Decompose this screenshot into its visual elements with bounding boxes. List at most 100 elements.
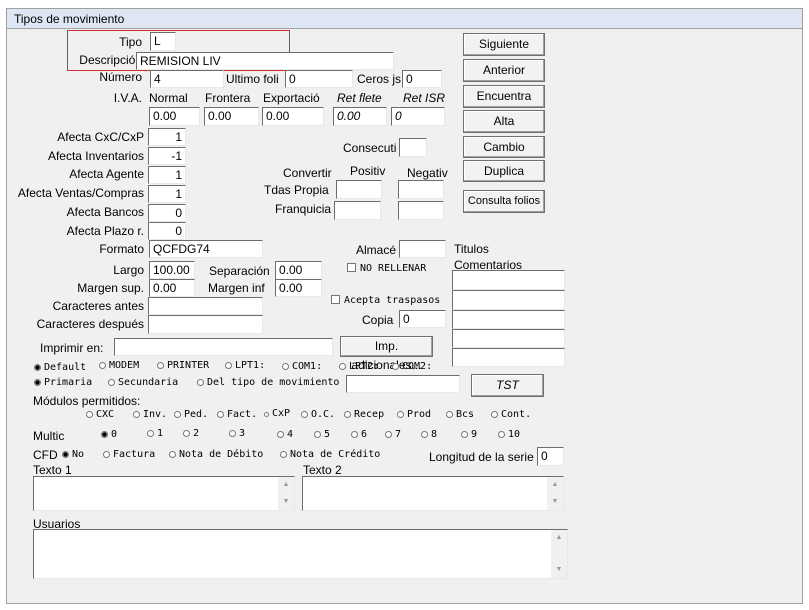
multic-7[interactable]: 7 <box>385 429 401 441</box>
afecta-ventas-field[interactable]: 1 <box>148 185 186 203</box>
afecta-inventarios-field[interactable]: -1 <box>148 147 186 165</box>
formato-field[interactable]: QCFDG74 <box>149 240 263 258</box>
afecta-agente-field[interactable]: 1 <box>148 166 186 184</box>
cfd-no[interactable]: No <box>62 449 84 461</box>
no-rellenar-checkbox[interactable]: NO RELLENAR <box>347 263 426 275</box>
iva-frontera-field[interactable]: 0.00 <box>204 107 259 126</box>
consecutivo-field[interactable] <box>399 138 427 157</box>
consulta-folios-button[interactable]: Consulta folios <box>463 190 545 213</box>
descripcion-field[interactable]: REMISION LIV <box>136 52 394 70</box>
texto1-scrollbar[interactable]: ▲ ▼ <box>278 477 294 510</box>
iva-normal-field[interactable]: 0.00 <box>149 107 200 126</box>
anterior-button[interactable]: Anterior <box>463 59 545 82</box>
tipo-field[interactable]: L <box>150 32 176 51</box>
texto2-textarea[interactable]: ▲ ▼ <box>302 476 564 511</box>
multic-5[interactable]: 5 <box>314 429 330 441</box>
modulo-prod[interactable]: Prod <box>397 409 431 421</box>
duplica-button[interactable]: Duplica <box>463 160 545 182</box>
caracteres-antes-field[interactable] <box>148 297 263 315</box>
radio-del-tipo[interactable]: Del tipo de movimiento <box>197 377 339 389</box>
usuarios-textarea[interactable]: ▲ ▼ <box>33 529 568 579</box>
modulo-recep[interactable]: Recep <box>344 409 384 421</box>
scroll-up-icon[interactable]: ▲ <box>551 530 567 546</box>
radio-icon <box>147 430 154 437</box>
tdas-propia-negativo-field[interactable] <box>398 180 444 199</box>
afecta-bancos-field[interactable]: 0 <box>148 204 186 222</box>
franquicia-negativo-field[interactable] <box>398 201 444 220</box>
radio-modem[interactable]: MODEM <box>99 360 139 372</box>
modulo-prod-label: Prod <box>407 409 432 420</box>
encuentra-button[interactable]: Encuentra <box>463 85 545 108</box>
modulo-cont[interactable]: Cont. <box>491 409 531 421</box>
modulo-cxp[interactable]: CxP <box>264 408 290 420</box>
modulo-fact-label: Fact. <box>227 409 258 420</box>
comentarios-line-2[interactable] <box>452 290 565 310</box>
radio-printer[interactable]: PRINTER <box>157 360 209 372</box>
iva-ret-flete-field[interactable]: 0.00 <box>333 107 387 126</box>
longitud-serie-field[interactable]: 0 <box>537 447 564 466</box>
iva-ret-isr-field[interactable]: 0 <box>391 107 445 126</box>
modulo-cont-label: Cont. <box>501 409 532 420</box>
scroll-down-icon[interactable]: ▼ <box>547 494 563 510</box>
afecta-plazo-field[interactable]: 0 <box>148 222 186 240</box>
multic-2[interactable]: 2 <box>183 428 199 440</box>
imp-adicionales-button[interactable]: Imp. adicionales... <box>340 336 433 372</box>
ceros-field[interactable]: 0 <box>402 70 442 88</box>
tdas-propia-positivo-field[interactable] <box>336 180 382 199</box>
radio-com1[interactable]: COM1: <box>282 361 322 373</box>
multic-3[interactable]: 3 <box>229 428 245 440</box>
cambio-button[interactable]: Cambio <box>463 136 545 158</box>
numero-field[interactable]: 4 <box>150 70 224 88</box>
radio-default[interactable]: Default <box>34 362 86 374</box>
separacion-field[interactable]: 0.00 <box>275 261 322 280</box>
comentarios-line-1[interactable] <box>452 270 565 290</box>
multic-0[interactable]: 0 <box>101 429 117 441</box>
modulo-fact[interactable]: Fact. <box>217 409 257 421</box>
iva-exportacion-field[interactable]: 0.00 <box>262 107 324 126</box>
modulo-cxc[interactable]: CXC <box>86 409 114 421</box>
acepta-traspasos-checkbox[interactable]: Acepta traspasos <box>331 295 440 307</box>
multic-10[interactable]: 10 <box>498 429 520 441</box>
radio-lpt2[interactable]: LPT2: <box>339 361 379 373</box>
multic-4[interactable]: 4 <box>277 429 293 441</box>
texto1-textarea[interactable]: ▲ ▼ <box>33 476 295 511</box>
multic-1[interactable]: 1 <box>147 428 163 440</box>
tipo-movimiento-field[interactable] <box>346 375 460 393</box>
multic-9[interactable]: 9 <box>461 429 477 441</box>
modulo-inv[interactable]: Inv. <box>133 409 167 421</box>
tst-button[interactable]: TST <box>471 374 544 397</box>
radio-secundaria[interactable]: Secundaria <box>108 377 178 389</box>
caracteres-despues-field[interactable] <box>148 315 263 334</box>
texto2-scrollbar[interactable]: ▲ ▼ <box>547 477 563 510</box>
scroll-down-icon[interactable]: ▼ <box>278 494 294 510</box>
modulo-ped[interactable]: Ped. <box>174 409 208 421</box>
afecta-cxc-field[interactable]: 1 <box>148 128 186 146</box>
cfd-nota-debito[interactable]: Nota de Débito <box>169 449 263 461</box>
margen-sup-field[interactable]: 0.00 <box>149 279 195 297</box>
alta-button[interactable]: Alta <box>463 110 545 133</box>
franquicia-positivo-field[interactable] <box>334 201 381 220</box>
modulo-oc[interactable]: O.C. <box>301 409 335 421</box>
radio-com2[interactable]: COM2: <box>392 361 432 373</box>
cfd-factura[interactable]: Factura <box>103 449 155 461</box>
modulo-bcs[interactable]: Bcs <box>446 409 474 421</box>
radio-primaria[interactable]: Primaria <box>34 377 92 389</box>
multic-8[interactable]: 8 <box>421 429 437 441</box>
ultimo-folio-field[interactable]: 0 <box>285 70 353 88</box>
imprimir-field[interactable] <box>114 338 333 356</box>
comentarios-line-5[interactable] <box>452 348 565 367</box>
comentarios-line-4[interactable] <box>452 329 565 348</box>
comentarios-line-3[interactable] <box>452 310 565 329</box>
copia-field[interactable]: 0 <box>399 310 446 328</box>
multic-6[interactable]: 6 <box>351 429 367 441</box>
usuarios-scrollbar[interactable]: ▲ ▼ <box>551 530 567 578</box>
margen-inf-field[interactable]: 0.00 <box>275 279 322 297</box>
radio-lpt1[interactable]: LPT1: <box>225 360 265 372</box>
siguiente-button[interactable]: Siguiente <box>463 33 545 56</box>
largo-field[interactable]: 100.00 <box>149 261 195 279</box>
scroll-up-icon[interactable]: ▲ <box>278 477 294 493</box>
almacen-field[interactable] <box>399 240 446 258</box>
cfd-nota-credito[interactable]: Nota de Crédito <box>280 449 380 461</box>
scroll-up-icon[interactable]: ▲ <box>547 477 563 493</box>
scroll-down-icon[interactable]: ▼ <box>551 562 567 578</box>
